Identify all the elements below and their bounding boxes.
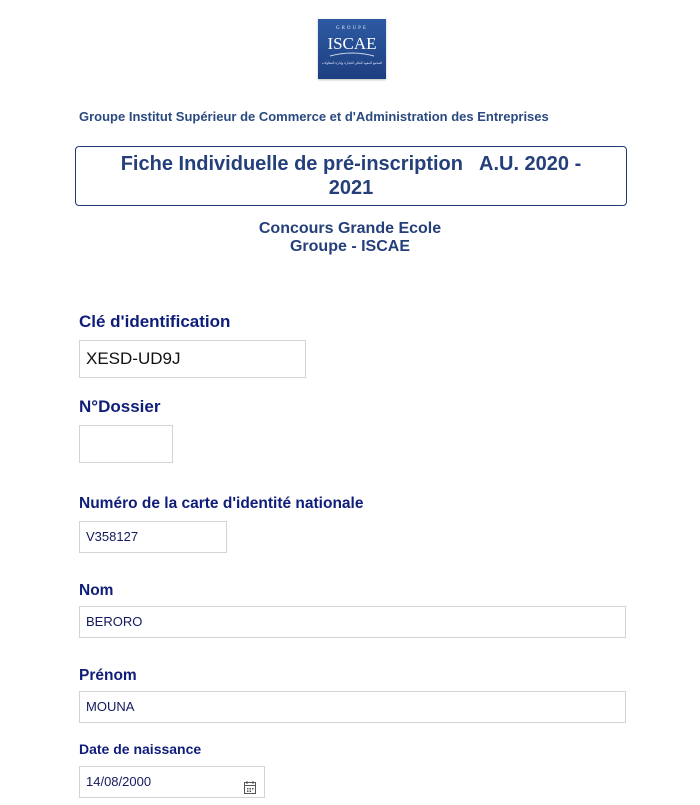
subtitle-line2: Groupe - ISCAE [289,238,410,255]
date-field[interactable]: 14/08/2000 [79,766,265,798]
form-title-box: Fiche Individuelle de pré-inscription A.U… [75,146,627,206]
nom-label: Nom [79,582,114,599]
institute-name: Groupe Institut Supérieur de Commerce et… [79,109,549,124]
iscae-logo: GROUPE ISCAE المجمع المعهد العالي للتجار… [318,19,386,79]
subtitle: Concours Grande Ecole Groupe - ISCAE [0,220,700,256]
prenom-field[interactable]: MOUNA [79,691,626,723]
cin-field[interactable]: V358127 [79,521,227,553]
logo-arabic-text: المجمع المعهد العالي للتجارة وإدارة المق… [322,61,383,66]
form-title-line2: 2021 [328,177,374,199]
subtitle-line1: Concours Grande Ecole [258,220,442,237]
logo-top-text: GROUPE [336,26,368,31]
cle-field[interactable]: XESD-UD9J [79,340,306,378]
date-value: 14/08/2000 [86,774,152,789]
logo-main-text: ISCAE [327,34,376,53]
date-label: Date de naissance [79,741,202,757]
prenom-label: Prénom [79,667,137,684]
dossier-field[interactable] [79,425,173,463]
form-title-year: A.U. 2020 - [479,153,582,175]
dossier-label: N°Dossier [79,397,161,416]
cle-label: Clé d'identification [79,312,231,331]
form-title-line1: Fiche Individuelle de pré-inscription A.U… [76,152,626,176]
nom-field[interactable]: BERORO [79,606,626,638]
calendar-icon[interactable] [244,775,256,794]
form-title-main: Fiche Individuelle de pré-inscription [120,153,463,175]
cin-label: Numéro de la carte d'identité nationale [79,495,364,512]
